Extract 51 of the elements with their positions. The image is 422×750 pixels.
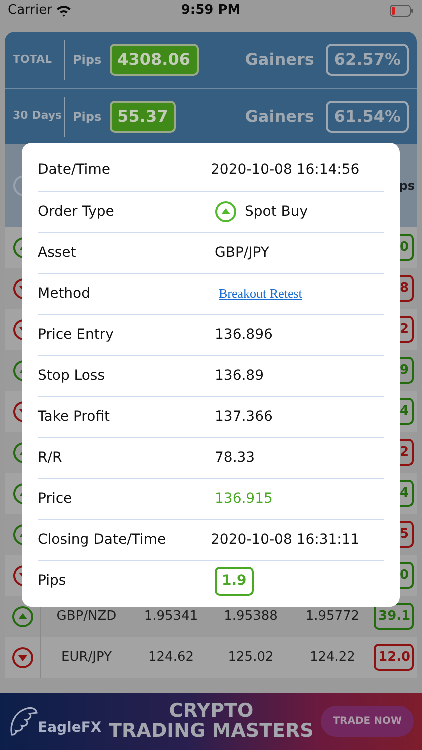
eagle-logo-icon xyxy=(8,704,38,738)
table-cell-text: 124.22 xyxy=(308,648,356,667)
pips-box: 1.9 xyxy=(215,566,254,596)
column-header: ps xyxy=(399,178,415,194)
gainers-label: Gainers xyxy=(245,49,314,71)
table-cell-text: 125.02 xyxy=(227,648,275,667)
field-label: Price Entry xyxy=(38,326,115,344)
carrier-label: Carrier xyxy=(8,2,52,20)
period-label: TOTAL xyxy=(13,40,65,80)
brand-name: EagleFX xyxy=(38,718,102,738)
field-label: Pips xyxy=(38,572,68,590)
field-label: R/R xyxy=(38,448,64,468)
field-label: Asset xyxy=(38,244,78,262)
time-label: 9:59 PM xyxy=(180,2,242,20)
field-label: Price xyxy=(38,490,74,508)
pips-value: 55.37 xyxy=(110,100,176,132)
gainers-value: 62.57% xyxy=(326,44,409,76)
field-value: Spot Buy xyxy=(245,202,308,222)
trade-now-button[interactable]: TRADE NOW xyxy=(321,706,414,737)
gainers-value: 61.54% xyxy=(326,100,409,132)
table-cell-text: 1.95388 xyxy=(223,608,279,626)
field-value: 137.366 xyxy=(215,408,273,426)
table-cell-text: 1.95772 xyxy=(304,608,361,626)
period-label: 30 Days xyxy=(13,96,65,136)
pips-box: 12.0 xyxy=(374,644,414,672)
pips-label: Pips xyxy=(73,108,102,126)
field-label: Closing Date/Time xyxy=(38,530,168,550)
field-value: GBP/JPY xyxy=(215,244,270,262)
table-cell-text: 124.62 xyxy=(148,648,195,667)
pips-label: Pips xyxy=(73,52,102,69)
gainers-label: Gainers xyxy=(245,106,314,128)
field-value: 2020-10-08 16:31:11 xyxy=(211,530,360,550)
field-value: 2020-10-08 16:14:56 xyxy=(211,161,360,180)
table-cell-text: 1.95341 xyxy=(143,608,200,626)
method-link[interactable]: Breakout Retest xyxy=(219,284,302,304)
field-label: Stop Loss xyxy=(38,366,106,386)
field-value: 136.915 xyxy=(215,490,273,508)
wifi-icon xyxy=(56,5,72,17)
field-value: 136.89 xyxy=(215,366,264,386)
ad-headline: TRADING MASTERS xyxy=(109,722,314,742)
battery-icon xyxy=(390,5,414,17)
table-cell-text: GBP/NZD xyxy=(56,608,118,626)
table-cell-text: EUR/JPY xyxy=(60,648,113,667)
field-value: 136.896 xyxy=(215,326,273,344)
pips-value: 4308.06 xyxy=(110,44,199,76)
field-value: 78.33 xyxy=(215,448,256,468)
field-label: Method xyxy=(38,284,92,304)
ad-headline: CRYPTO xyxy=(169,702,254,722)
field-label: Take Profit xyxy=(38,408,112,426)
field-label: Date/Time xyxy=(38,161,112,180)
field-label: Order Type xyxy=(38,202,116,222)
